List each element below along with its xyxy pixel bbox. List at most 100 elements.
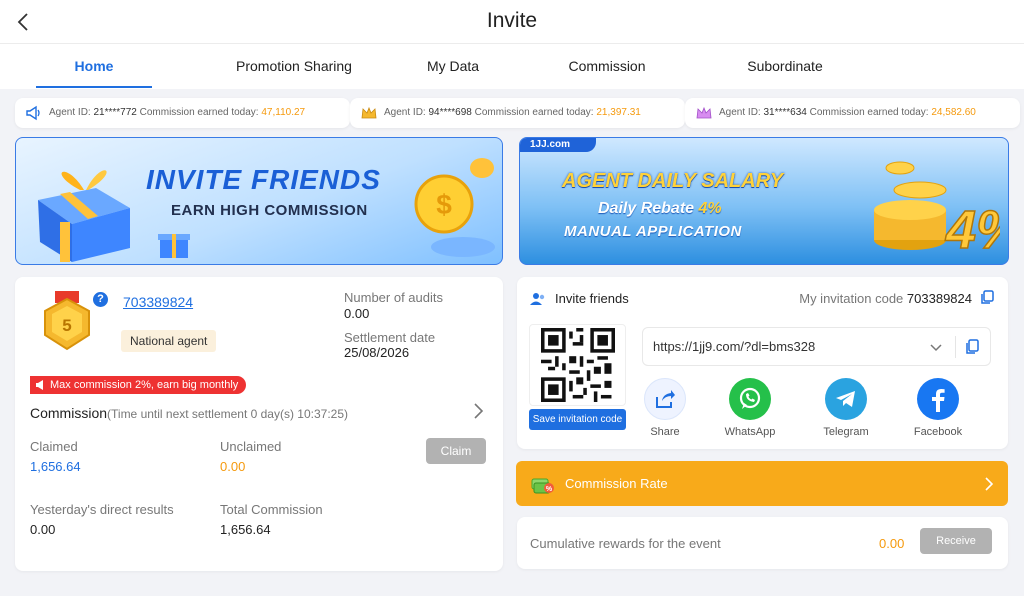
share-label: Share <box>650 426 680 438</box>
ticker-middle: Commission earned today: <box>474 107 594 118</box>
tab-subordinate[interactable]: Subordinate <box>730 44 840 89</box>
chevron-down-icon[interactable] <box>929 341 943 355</box>
agent-info-card: 5 ? 703389824 National agent Number of a… <box>15 277 503 571</box>
facebook-share-button[interactable]: Facebook <box>903 378 973 438</box>
unclaimed-value: 0.00 <box>220 459 246 474</box>
level-medal-icon: 5 <box>44 291 90 351</box>
ticker-prefix: Agent ID: <box>49 107 91 118</box>
invite-friends-banner[interactable]: INVITE FRIENDS EARN HIGH COMMISSION $ <box>15 137 503 265</box>
max-commission-pill: Max commission 2%, earn big monthly <box>30 376 247 394</box>
svg-text:$: $ <box>436 189 452 220</box>
money-stack-icon: % <box>531 478 554 494</box>
event-rewards-amount: 0.00 <box>879 536 905 551</box>
help-icon[interactable]: ? <box>93 292 108 307</box>
copy-code-icon[interactable] <box>980 290 994 305</box>
ticker-agent-id: 94****698 <box>428 107 472 118</box>
ticker-agent-id: 31****634 <box>763 107 807 118</box>
divider <box>955 336 956 358</box>
audits-value: 0.00 <box>344 306 370 321</box>
invitation-qr-code[interactable] <box>529 324 626 406</box>
invite-friends-title: Invite friends <box>555 291 629 306</box>
megaphone-icon <box>26 105 40 121</box>
commission-rate-row[interactable]: % Commission Rate <box>516 461 1008 506</box>
receive-button[interactable]: Receive <box>920 528 992 554</box>
chevron-right-icon <box>985 477 994 491</box>
ticker-item: Agent ID: 21****772 Commission earned to… <box>15 98 350 128</box>
claimed-value: 1,656.64 <box>30 459 81 474</box>
event-rewards-label: Cumulative rewards for the event <box>530 536 721 551</box>
whatsapp-label: WhatsApp <box>724 426 776 438</box>
crown-icon <box>361 106 377 119</box>
ticker-item: Agent ID: 31****634 Commission earned to… <box>685 98 1020 128</box>
user-group-icon <box>530 293 545 305</box>
save-invitation-code-button[interactable]: Save invitation code <box>529 409 626 430</box>
invitation-code: My invitation code 703389824 <box>799 291 972 306</box>
banner-title: INVITE FRIENDS <box>146 164 381 195</box>
settlement-date-label: Settlement date <box>344 330 436 345</box>
yesterday-results-label: Yesterday's direct results <box>30 502 174 517</box>
ticker-amount: 21,397.31 <box>596 107 641 118</box>
agent-id-link[interactable]: 703389824 <box>123 294 193 310</box>
ticker-amount: 47,110.27 <box>261 107 306 118</box>
commission-title: Commission <box>30 405 108 421</box>
svg-text:%: % <box>546 486 553 493</box>
commission-rate-label: Commission Rate <box>565 476 668 491</box>
agent-daily-salary-banner[interactable]: 1JJ.com AGENT DAILY SALARY Daily Rebate … <box>519 137 1009 265</box>
ticker-item: Agent ID: 94****698 Commission earned to… <box>350 98 685 128</box>
gold-coins-stack-icon: 4% <box>874 161 1000 261</box>
copy-link-icon[interactable] <box>965 339 979 355</box>
page-title: Invite <box>486 9 538 32</box>
ticker-middle: Commission earned today: <box>139 107 259 118</box>
chevron-right-icon[interactable] <box>471 402 485 420</box>
invitation-code-value: 703389824 <box>906 291 972 306</box>
banner-subtitle: EARN HIGH COMMISSION <box>171 202 368 219</box>
whatsapp-share-button[interactable]: WhatsApp <box>715 378 785 438</box>
invitation-code-label: My invitation code <box>799 291 904 306</box>
ticker-agent-id: 21****772 <box>93 107 137 118</box>
tab-bar: Home Promotion Sharing My Data Commissio… <box>0 44 1024 89</box>
top-bar: Invite <box>0 0 1024 44</box>
share-button[interactable]: Share <box>630 378 700 438</box>
ticker-amount: 24,582.60 <box>931 107 976 118</box>
invite-friends-card: Invite friends My invitation code 703389… <box>517 277 1008 449</box>
telegram-icon <box>825 378 867 420</box>
total-commission-label: Total Commission <box>220 502 323 517</box>
rebate-percent: 4% <box>698 200 722 217</box>
invitation-link-field[interactable]: https://1jj9.com/?dl=bms328 <box>642 327 991 366</box>
small-gift-icon <box>158 234 190 258</box>
tab-home[interactable]: Home <box>36 44 152 89</box>
ticker-middle: Commission earned today: <box>809 107 929 118</box>
settlement-countdown: (Time until next settlement 0 day(s) 10:… <box>107 407 349 421</box>
unclaimed-label: Unclaimed <box>220 439 282 454</box>
commission-heading[interactable]: Commission(Time until next settlement 0 … <box>30 405 348 421</box>
tab-my-data[interactable]: My Data <box>408 44 498 89</box>
agent-level-badge: National agent <box>121 330 217 352</box>
share-icon <box>644 378 686 420</box>
active-tab-indicator <box>36 86 152 88</box>
gold-coin-icon: $ <box>414 158 495 257</box>
telegram-share-button[interactable]: Telegram <box>811 378 881 438</box>
qr-code-icon <box>540 328 615 402</box>
audits-label: Number of audits <box>344 290 443 305</box>
telegram-label: Telegram <box>823 426 869 438</box>
crown-icon <box>696 106 712 119</box>
event-rewards-card: Cumulative rewards for the event 0.00 Re… <box>517 517 1008 569</box>
tab-commission[interactable]: Commission <box>552 44 662 89</box>
brand-logo: 1JJ.com <box>520 138 596 152</box>
claimed-label: Claimed <box>30 439 78 454</box>
banner-title: AGENT DAILY SALARY <box>562 170 784 192</box>
yesterday-results-value: 0.00 <box>30 522 56 537</box>
banner-manual-application: MANUAL APPLICATION <box>564 223 742 240</box>
gift-box-icon <box>38 170 130 262</box>
megaphone-icon <box>36 380 43 390</box>
rebate-label: Daily Rebate <box>598 200 695 217</box>
total-commission-value: 1,656.64 <box>220 522 271 537</box>
tab-promotion-sharing[interactable]: Promotion Sharing <box>224 44 364 89</box>
ticker-prefix: Agent ID: <box>384 107 426 118</box>
banner-rebate-line: Daily Rebate 4% <box>598 200 722 218</box>
ticker-prefix: Agent ID: <box>719 107 761 118</box>
facebook-icon <box>917 378 959 420</box>
whatsapp-icon <box>729 378 771 420</box>
percent-badge: 4% <box>945 200 1000 260</box>
claim-button[interactable]: Claim <box>426 438 486 464</box>
